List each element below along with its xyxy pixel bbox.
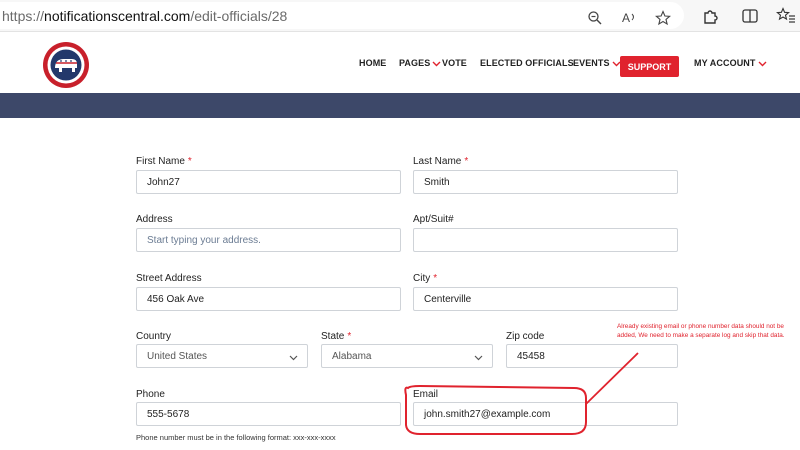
nav-events-label: EVENTS [573,58,610,68]
annotation-note: Already existing email or phone number d… [617,323,785,339]
email-label: Email [413,389,439,400]
address-label: Address [136,214,173,225]
required-marker: * [187,156,192,167]
nav-my-account[interactable]: MY ACCOUNT [694,58,767,69]
state-value: Alabama [332,350,372,362]
zoom-icon[interactable] [585,8,605,28]
favorite-star-icon[interactable] [653,8,673,28]
extensions-icon[interactable] [700,6,720,26]
city-value: Centerville [424,293,472,305]
email-field[interactable]: john.smith27@example.com [413,402,678,426]
site-logo[interactable] [42,41,90,89]
chevron-down-icon [289,353,298,364]
support-button[interactable]: SUPPORT [620,56,679,77]
city-label: City * [413,273,437,284]
zip-code-value: 45458 [517,350,545,362]
address-bar[interactable]: https://notificationscentral.com/edit-of… [0,2,684,29]
nav-pages[interactable]: PAGES [399,58,441,69]
phone-format-hint: Phone number must be in the following fo… [136,433,336,442]
last-name-label-text: Last Name [413,156,462,167]
nav-my-account-label: MY ACCOUNT [694,58,756,68]
last-name-value: Smith [424,176,450,188]
phone-label: Phone [136,389,165,400]
required-marker: * [347,331,352,342]
zip-code-label: Zip code [506,331,545,342]
city-field[interactable]: Centerville [413,287,678,311]
nav-home[interactable]: HOME [359,58,386,68]
country-value: United States [147,350,208,362]
url-scheme: https:// [2,8,45,24]
first-name-label: First Name * [136,156,192,167]
required-marker: * [464,156,469,167]
state-select[interactable]: Alabama [321,344,493,368]
svg-text:A: A [622,11,630,25]
street-address-value: 456 Oak Ave [147,293,205,305]
street-address-field[interactable]: 456 Oak Ave [136,287,401,311]
country-select[interactable]: United States [136,344,308,368]
state-label: State * [321,331,351,342]
apt-suit-field[interactable] [413,228,678,252]
chevron-down-icon [474,353,483,364]
chevron-down-icon [432,59,441,69]
phone-field[interactable]: 555-5678 [136,402,401,426]
url-path: /edit-officials/28 [190,8,288,24]
chevron-down-icon [758,59,767,69]
address-placeholder: Start typing your address. [147,234,261,246]
first-name-field[interactable]: John27 [136,170,401,194]
state-label-text: State [321,331,345,342]
url-text: https://notificationscentral.com/edit-of… [2,8,287,24]
split-screen-icon[interactable] [740,6,760,26]
nav-pages-label: PAGES [399,58,431,68]
first-name-label-text: First Name [136,156,185,167]
last-name-field[interactable]: Smith [413,170,678,194]
browser-toolbar: https://notificationscentral.com/edit-of… [0,0,800,32]
nav-vote[interactable]: VOTE [442,58,467,68]
email-value: john.smith27@example.com [424,408,551,420]
last-name-label: Last Name * [413,156,468,167]
nav-events[interactable]: EVENTS [573,58,621,69]
city-label-text: City [413,273,431,284]
country-label: Country [136,331,172,342]
favorites-icon[interactable] [776,6,796,26]
read-aloud-icon[interactable]: A [620,8,640,28]
url-domain: notificationscentral.com [44,8,191,24]
street-address-label: Street Address [136,273,202,284]
apt-suit-label: Apt/Suit# [413,214,454,225]
phone-value: 555-5678 [147,408,190,420]
address-field[interactable]: Start typing your address. [136,228,401,252]
page-banner [0,93,800,118]
first-name-value: John27 [147,176,180,188]
zip-code-field[interactable]: 45458 [506,344,678,368]
nav-elected-officials[interactable]: ELECTED OFFICIALS [480,58,574,68]
required-marker: * [433,273,438,284]
